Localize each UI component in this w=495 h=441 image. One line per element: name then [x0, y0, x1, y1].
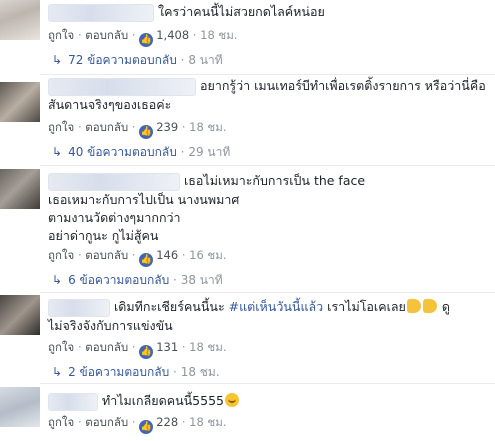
like-count[interactable]: 228: [156, 415, 178, 429]
comment-time[interactable]: 18 ชม.: [200, 28, 237, 42]
thumbs-up-icon: 👍: [139, 33, 154, 47]
avatar[interactable]: [0, 295, 40, 335]
thumbs-up-icon: 👍: [139, 253, 154, 267]
like-link[interactable]: ถูกใจ: [48, 415, 74, 429]
comment-text: ใครว่าคนนี้ไม่สวยกดไลค์หน่อย: [158, 4, 325, 19]
view-replies[interactable]: ↳ 40 ข้อความตอบกลับ · 29 นาที: [52, 144, 230, 160]
comment-actions: ถูกใจ · ตอบกลับ · 👍 228 · 18 ชม.: [48, 415, 227, 434]
avatar[interactable]: [0, 387, 40, 427]
view-replies[interactable]: ↳ 2 ข้อความตอบกลับ · 18 ชม.: [52, 364, 220, 380]
like-count[interactable]: 146: [156, 248, 178, 262]
like-count[interactable]: 239: [156, 120, 178, 134]
avatar[interactable]: [0, 0, 40, 40]
like-link[interactable]: ถูกใจ: [48, 120, 74, 134]
comment-text-line4: อย่าด่ากูนะ กูไม่สู้คน: [48, 228, 159, 243]
comment-time[interactable]: 16 ชม.: [189, 248, 226, 262]
comment-text-line2: เธอเหมาะกับการไปเป็น นางนพมาศ: [48, 192, 240, 207]
thumbs-down-emoji-icon: [422, 299, 437, 313]
like-link[interactable]: ถูกใจ: [48, 248, 74, 262]
thumbs-up-icon: 👍: [139, 420, 154, 434]
divider: [40, 165, 495, 166]
commenter-name-redacted[interactable]: [48, 78, 196, 96]
like-count[interactable]: 131: [156, 340, 178, 354]
hashtag-link[interactable]: #แต่เห็นวันนี้แล้ว: [229, 299, 324, 314]
reply-link[interactable]: ตอบกลับ: [85, 415, 128, 429]
comment-time[interactable]: 18 ชม.: [189, 120, 226, 134]
comment-text-line2: ไม่จริงจังกับการแข่งขัน: [48, 318, 173, 333]
replies-time: 38 นาที: [180, 273, 223, 287]
replies-time: 8 นาที: [188, 53, 223, 67]
comment-actions: ถูกใจ · ตอบกลับ · 👍 239 · 18 ชม.: [48, 120, 227, 139]
thumbs-up-icon: 👍: [139, 345, 154, 359]
replies-time: 18 ชม.: [180, 365, 220, 379]
commenter-name-redacted[interactable]: [48, 173, 180, 191]
divider: [40, 383, 495, 384]
commenter-name-redacted[interactable]: [48, 393, 98, 411]
view-replies[interactable]: ↳ 6 ข้อความตอบกลับ · 38 นาที: [52, 272, 223, 288]
reply-link[interactable]: ตอบกลับ: [85, 28, 128, 42]
smile-emoji-icon: [225, 393, 239, 407]
reply-arrow-icon: ↳: [52, 53, 63, 67]
like-count[interactable]: 1,408: [156, 28, 189, 42]
like-link[interactable]: ถูกใจ: [48, 340, 74, 354]
comment-text: ทำไมเกลียดคนนี้5555: [102, 392, 240, 409]
commenter-name-redacted[interactable]: [48, 4, 154, 22]
comment-time[interactable]: 18 ชม.: [189, 415, 226, 429]
divider: [40, 74, 495, 75]
avatar[interactable]: [0, 82, 40, 122]
comment-text: เธอไม่เหมาะกับการเป็น the face: [184, 173, 366, 188]
like-link[interactable]: ถูกใจ: [48, 28, 74, 42]
divider: [40, 292, 495, 293]
comment-text-line2: สันดานจริงๆของเธอค่ะ: [48, 97, 172, 112]
comment-actions: ถูกใจ · ตอบกลับ · 👍 146 · 16 ชม.: [48, 248, 227, 267]
reply-link[interactable]: ตอบกลับ: [85, 248, 128, 262]
avatar[interactable]: [0, 169, 40, 209]
reply-link[interactable]: ตอบกลับ: [85, 120, 128, 134]
reply-arrow-icon: ↳: [52, 145, 63, 159]
reply-arrow-icon: ↳: [52, 273, 63, 287]
comment-text: เดิมทีกะเชียร์คนนี้นะ #แต่เห็นวันนี้แล้ว…: [114, 299, 450, 314]
view-replies[interactable]: ↳ 72 ข้อความตอบกลับ · 8 นาที: [52, 52, 223, 68]
thumbs-down-emoji-icon: [406, 299, 421, 313]
comment-actions: ถูกใจ · ตอบกลับ · 👍 131 · 18 ชม.: [48, 340, 227, 359]
commenter-name-redacted[interactable]: [48, 299, 110, 317]
thumbs-up-icon: 👍: [139, 125, 154, 139]
comment-text-line3: ตามงานวัดต่างๆมากกว่า: [48, 210, 181, 225]
comment-text: อยากรู้ว่า เมนเทอร์บีทำเพื่อเรตติ้งรายกา…: [200, 78, 486, 93]
reply-arrow-icon: ↳: [52, 365, 63, 379]
comment-actions: ถูกใจ · ตอบกลับ · 👍 1,408 · 18 ชม.: [48, 28, 238, 47]
comment-time[interactable]: 18 ชม.: [189, 340, 226, 354]
reply-link[interactable]: ตอบกลับ: [85, 340, 128, 354]
replies-time: 29 นาที: [188, 145, 231, 159]
